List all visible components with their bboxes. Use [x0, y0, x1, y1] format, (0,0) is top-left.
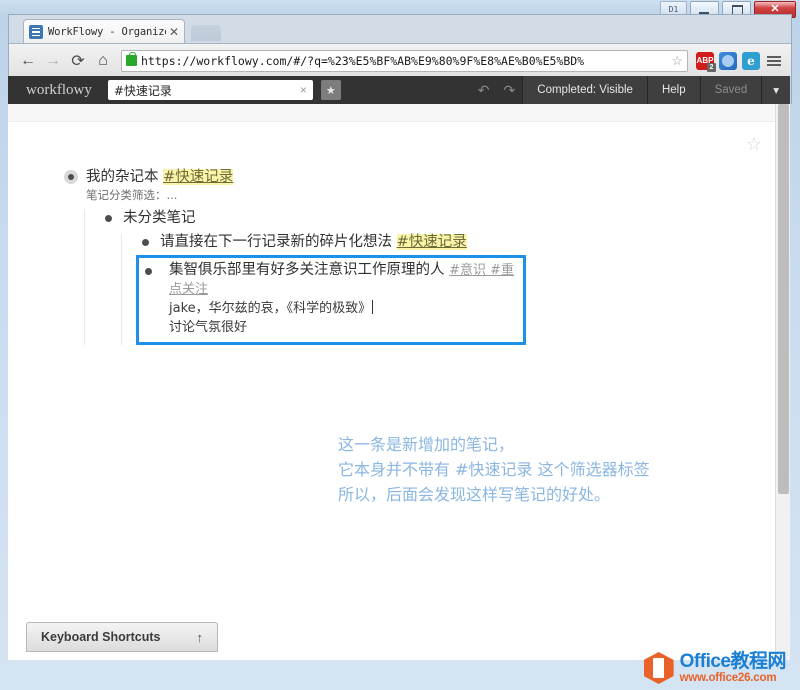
address-bar-url: https://workflowy.com/#/?q=%23%E5%BF%AB%…	[141, 53, 585, 68]
annotation-line-3: 所以，后面会发现这样写笔记的好处。	[338, 485, 611, 504]
save-search-star-button[interactable]: ★	[320, 80, 341, 100]
clear-search-icon[interactable]: ×	[300, 83, 307, 97]
os-window: D1 ✕ WorkFlowy - Organize yo ✕ ← → ⟳ ⌂ h…	[0, 0, 800, 690]
bullet-icon[interactable]	[145, 268, 152, 275]
extension-icons: ABP e	[696, 51, 783, 72]
saved-status: Saved	[699, 76, 762, 104]
lock-icon	[126, 52, 137, 66]
outline-row-hint[interactable]: 请直接在下一行记录新的碎片化想法 #快速记录	[142, 233, 668, 252]
watermark-subtitle: www.office26.com	[679, 671, 777, 684]
chevron-up-icon: ↑	[196, 629, 204, 645]
outline-hint-tag[interactable]: #快速记录	[396, 234, 467, 250]
workflowy-toolbar: workflowy #快速记录 × ★ ↶ ↷ Completed: Visib…	[8, 76, 790, 104]
outline-root-tag[interactable]: #快速记录	[163, 169, 234, 185]
watermark: Office教程网 www.office26.com	[643, 651, 787, 684]
keyboard-shortcuts-button[interactable]: Keyboard Shortcuts ↑	[26, 622, 218, 652]
bullet-icon[interactable]	[142, 239, 149, 246]
completed-visibility-button[interactable]: Completed: Visible	[522, 76, 647, 104]
forward-icon[interactable]: →	[42, 50, 64, 72]
office-logo-icon	[643, 652, 674, 684]
search-input[interactable]: #快速记录 ×	[107, 80, 313, 100]
outline-root-text: 我的杂记本	[86, 169, 164, 185]
outline-row-text: 集智俱乐部里有好多关注意识工作原理的人 #意识 #重点关注	[145, 261, 517, 299]
browser-tab-workflowy[interactable]: WorkFlowy - Organize yo ✕	[23, 19, 185, 43]
address-bar[interactable]: https://workflowy.com/#/?q=%23%E5%BF%AB%…	[121, 49, 688, 72]
undo-icon[interactable]: ↶	[471, 82, 497, 99]
outline-hint-text: 请直接在下一行记录新的碎片化想法	[160, 234, 397, 250]
outline-note-text: 集智俱乐部里有好多关注意识工作原理的人	[169, 262, 450, 278]
outline-root-note: 笔记分类筛选：...	[86, 188, 178, 202]
favorite-star-icon[interactable]: ☆	[746, 134, 762, 155]
text-cursor	[372, 300, 374, 314]
browser-navbar: ← → ⟳ ⌂ https://workflowy.com/#/?q=%23%E…	[9, 43, 791, 77]
page-scrollbar[interactable]	[775, 104, 790, 660]
page-top-strip	[8, 104, 790, 122]
blue-circle-extension-icon[interactable]	[719, 51, 737, 70]
outline-row-text: 请直接在下一行记录新的碎片化想法 #快速记录	[142, 233, 668, 252]
workflowy-logo[interactable]: workflowy	[8, 82, 108, 99]
account-menu-button[interactable]: ▾	[761, 76, 790, 104]
close-icon[interactable]: ✕	[169, 26, 179, 38]
redo-icon[interactable]: ↷	[497, 82, 523, 99]
outline-note-line-2: jake，华尔兹的哀，《科学的极致》	[145, 299, 517, 318]
annotation-line-1: 这一条是新增加的笔记，	[338, 435, 515, 454]
outline-note-line-2-text: jake，华尔兹的哀，《科学的极致》	[169, 301, 372, 316]
back-icon[interactable]: ←	[17, 50, 39, 72]
watermark-title: Office教程网	[679, 651, 787, 672]
outline-children-level2: 未分类笔记 请直接在下一行记录新的碎片化想法 #快速记录 集智俱乐部里有好多关注…	[84, 209, 668, 345]
outline-note-line-3: 讨论气氛很好	[169, 320, 248, 335]
bullet-icon[interactable]	[105, 215, 112, 222]
outline-children-level3: 请直接在下一行记录新的碎片化想法 #快速记录 集智俱乐部里有好多关注意识工作原理…	[121, 233, 668, 345]
bullet-icon[interactable]	[64, 170, 78, 184]
browser-tabstrip: WorkFlowy - Organize yo ✕	[9, 15, 791, 43]
reload-icon[interactable]: ⟳	[67, 50, 89, 72]
annotation-overlay: 这一条是新增加的笔记， 它本身并不带有 #快速记录 这个筛选器标签 所以，后面会…	[338, 432, 650, 507]
keyboard-shortcuts-label: Keyboard Shortcuts	[41, 630, 161, 644]
outline-row-focused-note[interactable]: 集智俱乐部里有好多关注意识工作原理的人 #意识 #重点关注 jake，华尔兹的哀…	[136, 255, 526, 345]
scrollbar-thumb[interactable]	[778, 104, 789, 494]
workflowy-favicon-icon	[29, 24, 43, 39]
annotation-line-2: 它本身并不带有 #快速记录 这个筛选器标签	[338, 460, 650, 479]
outline-note-tag-1[interactable]: #意识	[449, 263, 486, 278]
home-icon[interactable]: ⌂	[92, 50, 114, 72]
new-tab-button[interactable]	[191, 25, 221, 41]
help-button[interactable]: Help	[646, 76, 700, 104]
watermark-text: Office教程网 www.office26.com	[679, 651, 787, 684]
search-input-value: #快速记录	[113, 83, 172, 98]
outline-row-text: 我的杂记本 #快速记录	[68, 168, 668, 187]
outline-row-root[interactable]: 我的杂记本 #快速记录 笔记分类筛选：...	[64, 168, 668, 203]
bookmark-star-icon[interactable]: ☆	[671, 53, 683, 69]
evernote-extension-icon[interactable]: e	[742, 51, 760, 70]
chrome-menu-icon[interactable]	[765, 52, 783, 70]
browser-tab-title: WorkFlowy - Organize yo	[48, 25, 166, 38]
page-content: ☆ 我的杂记本 #快速记录 笔记分类筛选：... 未分类笔记 请直接在下一行记录…	[8, 104, 790, 660]
outline-row-uncategorized[interactable]: 未分类笔记	[105, 209, 668, 228]
adblock-plus-icon[interactable]: ABP	[696, 51, 716, 72]
outline-row-text: 未分类笔记	[123, 210, 196, 226]
outline-list: 我的杂记本 #快速记录 笔记分类筛选：... 未分类笔记 请直接在下一行记录新的…	[64, 168, 668, 345]
